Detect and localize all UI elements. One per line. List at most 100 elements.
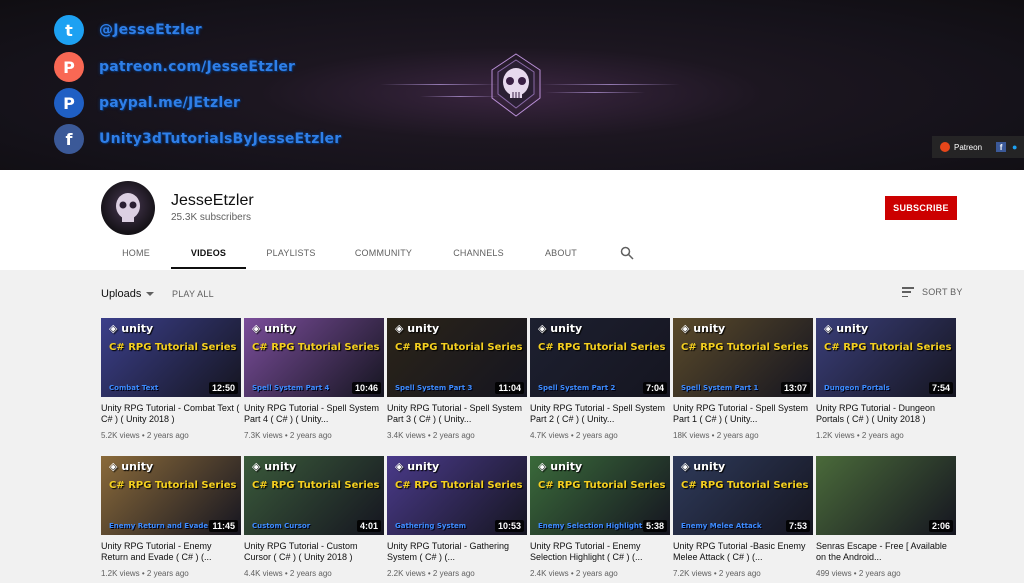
video-thumbnail[interactable]: ◈ unity C# RPG Tutorial Series Gathering S… [387,456,527,535]
video-title[interactable]: Unity RPG Tutorial - Gathering System ( … [387,541,527,563]
twitter-icon: t [54,15,84,45]
video-title[interactable]: Unity RPG Tutorial - Dungeon Portals ( C… [816,403,956,425]
video-card[interactable]: ◈ unity C# RPG Tutorial Series Combat Text… [101,318,241,440]
video-thumbnail[interactable]: ◈ unity C# RPG Tutorial Series Combat Text… [101,318,241,397]
play-all-button[interactable]: PLAY ALL [172,289,214,299]
video-title[interactable]: Unity RPG Tutorial - Spell System Part 4… [244,403,384,425]
caret-down-icon [146,292,155,296]
video-thumbnail[interactable]: ◈ unity C# RPG Tutorial Series Spell Syste… [387,318,527,397]
unity-logo-icon: ◈ unity [109,322,154,335]
thumbnail-title: C# RPG Tutorial Series [538,342,666,353]
unity-logo-icon: ◈ unity [538,322,583,335]
thumbnail-title: C# RPG Tutorial Series [109,342,237,353]
social-link-twitter[interactable]: t @JesseEtzler [54,15,202,45]
video-thumbnail[interactable]: ◈ unity C# RPG Tutorial Series Spell Syste… [530,318,670,397]
video-card[interactable]: ◈ unity C# RPG Tutorial Series Spell Syste… [673,318,813,440]
video-title[interactable]: Unity RPG Tutorial - Spell System Part 3… [387,403,527,425]
channel-banner: t @JesseEtzler P patreon.com/JesseEtzler… [0,0,1024,170]
social-link-paypal[interactable]: P paypal.me/JEtzler [54,88,240,118]
tab-about[interactable]: ABOUT [526,238,596,268]
video-card[interactable]: ◈ unity C# RPG Tutorial Series Dungeon Por… [816,318,956,440]
twitter-small-icon[interactable]: ● [1012,142,1017,152]
channel-header: JesseEtzler 25.3K subscribers SUBSCRIBE … [0,170,1024,270]
video-thumbnail[interactable]: ◈ unity C# RPG Tutorial Series Spell Syste… [244,318,384,397]
tab-community[interactable]: COMMUNITY [336,238,431,268]
video-meta: 4.4K views • 2 years ago [244,569,332,578]
video-thumbnail[interactable]: ◈ unity C# RPG Tutorial Series Enemy Melee… [673,456,813,535]
video-meta: 4.7K views • 2 years ago [530,431,618,440]
subscribe-button[interactable]: SUBSCRIBE [885,196,957,220]
video-title[interactable]: Unity RPG Tutorial - Enemy Selection Hig… [530,541,670,563]
video-thumbnail[interactable]: 2:06 [816,456,956,535]
thumbnail-subtitle: Enemy Return and Evade [109,522,209,530]
video-meta: 1.2K views • 2 years ago [816,431,904,440]
video-card[interactable]: ◈ unity C# RPG Tutorial Series Enemy Selec… [530,456,670,578]
channel-tabs: HOME VIDEOS PLAYLISTS COMMUNITY CHANNELS… [101,238,596,270]
video-title[interactable]: Senras Escape - Free [ Available on the … [816,541,956,563]
uploads-dropdown[interactable]: Uploads [101,288,155,300]
video-card[interactable]: ◈ unity C# RPG Tutorial Series Spell Syste… [244,318,384,440]
thumbnail-title: C# RPG Tutorial Series [681,342,809,353]
video-meta: 7.2K views • 2 years ago [673,569,761,578]
video-card[interactable]: ◈ unity C# RPG Tutorial Series Spell Syste… [530,318,670,440]
video-meta: 2.4K views • 2 years ago [530,569,618,578]
unity-logo-icon: ◈ unity [538,460,583,473]
video-card[interactable]: ◈ unity C# RPG Tutorial Series Gathering S… [387,456,527,578]
video-thumbnail[interactable]: ◈ unity C# RPG Tutorial Series Spell Syste… [673,318,813,397]
unity-logo-icon: ◈ unity [252,460,297,473]
video-duration: 10:53 [494,520,524,532]
video-duration: 7:54 [928,382,953,394]
video-card[interactable]: 2:06 Senras Escape - Free [ Available on … [816,456,956,578]
patreon-small-icon [940,142,950,152]
video-title[interactable]: Unity RPG Tutorial - Custom Cursor ( C# … [244,541,384,563]
thumbnail-title: C# RPG Tutorial Series [109,480,237,491]
thumbnail-subtitle: Enemy Melee Attack [681,522,762,530]
video-thumbnail[interactable]: ◈ unity C# RPG Tutorial Series Enemy Selec… [530,456,670,535]
video-title[interactable]: Unity RPG Tutorial -Basic Enemy Melee At… [673,541,813,563]
unity-logo-icon: ◈ unity [681,460,726,473]
thumbnail-subtitle: Spell System Part 3 [395,384,473,392]
video-duration: 2:06 [928,520,953,532]
video-thumbnail[interactable]: ◈ unity C# RPG Tutorial Series Enemy Retur… [101,456,241,535]
thumbnail-title: C# RPG Tutorial Series [395,342,523,353]
video-card[interactable]: ◈ unity C# RPG Tutorial Series Spell Syste… [387,318,527,440]
tab-home[interactable]: HOME [101,238,171,268]
thumbnail-title: C# RPG Tutorial Series [252,480,380,491]
thumbnail-title: C# RPG Tutorial Series [395,480,523,491]
unity-logo-icon: ◈ unity [681,322,726,335]
tab-videos[interactable]: VIDEOS [171,238,246,269]
thumbnail-subtitle: Spell System Part 1 [681,384,759,392]
banner-links[interactable]: Patreon f ● [932,136,1024,158]
tab-channels[interactable]: CHANNELS [431,238,526,268]
sort-by-button[interactable]: SORT BY [902,287,963,297]
skull-avatar-icon [116,193,140,222]
video-duration: 5:38 [642,520,667,532]
video-duration: 12:50 [208,382,238,394]
paypal-icon: P [54,88,84,118]
avatar[interactable] [101,181,155,235]
video-title[interactable]: Unity RPG Tutorial - Spell System Part 2… [530,403,670,425]
video-thumbnail[interactable]: ◈ unity C# RPG Tutorial Series Dungeon Por… [816,318,956,397]
video-card[interactable]: ◈ unity C# RPG Tutorial Series Custom Curs… [244,456,384,578]
sort-icon [902,287,914,297]
video-card[interactable]: ◈ unity C# RPG Tutorial Series Enemy Retur… [101,456,241,578]
video-duration: 4:01 [356,520,381,532]
search-icon[interactable] [620,246,634,260]
social-link-patreon[interactable]: P patreon.com/JesseEtzler [54,52,295,82]
video-title[interactable]: Unity RPG Tutorial - Spell System Part 1… [673,403,813,425]
skull-logo-icon [491,53,541,117]
video-meta: 2.2K views • 2 years ago [387,569,475,578]
subscriber-count: 25.3K subscribers [171,212,252,223]
social-link-facebook[interactable]: f Unity3dTutorialsByJesseEtzler [54,124,341,154]
patreon-icon: P [54,52,84,82]
video-title[interactable]: Unity RPG Tutorial - Enemy Return and Ev… [101,541,241,563]
facebook-small-icon[interactable]: f [996,142,1007,152]
unity-logo-icon: ◈ unity [395,460,440,473]
thumbnail-subtitle: Dungeon Portals [824,384,890,392]
thumbnail-title: C# RPG Tutorial Series [252,342,380,353]
video-thumbnail[interactable]: ◈ unity C# RPG Tutorial Series Custom Curs… [244,456,384,535]
video-title[interactable]: Unity RPG Tutorial - Combat Text ( C# ) … [101,403,241,425]
thumbnail-subtitle: Spell System Part 2 [538,384,616,392]
video-card[interactable]: ◈ unity C# RPG Tutorial Series Enemy Melee… [673,456,813,578]
tab-playlists[interactable]: PLAYLISTS [246,238,336,268]
